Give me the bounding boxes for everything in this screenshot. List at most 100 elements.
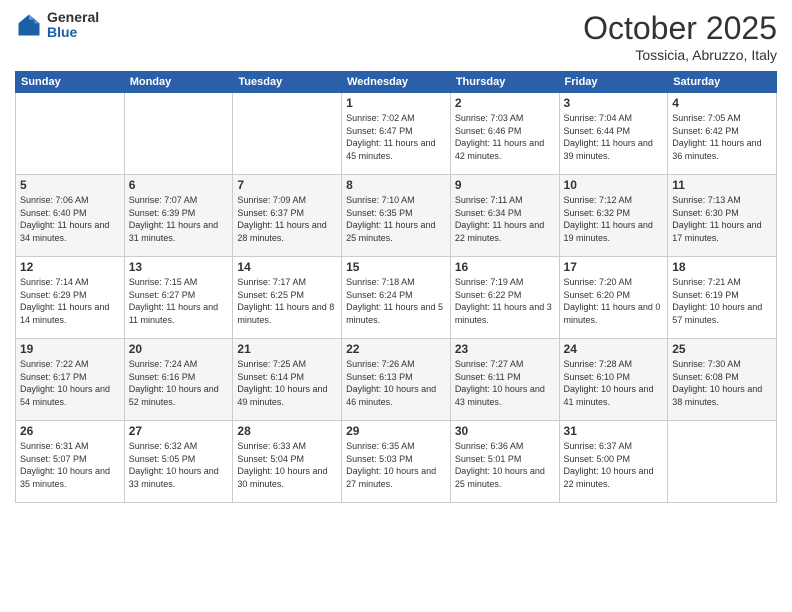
calendar-cell: 3 Sunrise: 7:04 AM Sunset: 6:44 PM Daylig… bbox=[559, 93, 668, 175]
calendar-cell: 31Sunrise: 6:37 AM Sunset: 5:00 PM Dayli… bbox=[559, 421, 668, 503]
day-number: 23 bbox=[455, 342, 555, 356]
day-number: 17 bbox=[564, 260, 664, 274]
day-info: Sunrise: 7:04 AM Sunset: 6:44 PM Dayligh… bbox=[564, 112, 664, 162]
logo: General Blue bbox=[15, 10, 99, 41]
day-number: 16 bbox=[455, 260, 555, 274]
day-number: 30 bbox=[455, 424, 555, 438]
col-saturday: Saturday bbox=[668, 72, 777, 93]
day-info: Sunrise: 7:11 AM Sunset: 6:34 PM Dayligh… bbox=[455, 194, 555, 244]
calendar-cell: 15 Sunrise: 7:18 AM Sunset: 6:24 PM Dayli… bbox=[342, 257, 451, 339]
calendar-table: Sunday Monday Tuesday Wednesday Thursday… bbox=[15, 71, 777, 503]
day-info: Sunrise: 6:37 AM Sunset: 5:00 PM Dayligh… bbox=[564, 440, 664, 490]
day-number: 29 bbox=[346, 424, 446, 438]
day-info: Sunrise: 7:25 AM Sunset: 6:14 PM Dayligh… bbox=[237, 358, 337, 408]
day-number: 9 bbox=[455, 178, 555, 192]
calendar-cell: 12Sunrise: 7:14 AM Sunset: 6:29 PM Dayli… bbox=[16, 257, 125, 339]
day-info: Sunrise: 7:28 AM Sunset: 6:10 PM Dayligh… bbox=[564, 358, 664, 408]
day-number: 26 bbox=[20, 424, 120, 438]
location-subtitle: Tossicia, Abruzzo, Italy bbox=[583, 47, 777, 63]
calendar-cell: 29 Sunrise: 6:35 AM Sunset: 5:03 PM Dayli… bbox=[342, 421, 451, 503]
day-info: Sunrise: 7:18 AM Sunset: 6:24 PM Dayligh… bbox=[346, 276, 446, 326]
col-thursday: Thursday bbox=[450, 72, 559, 93]
calendar-cell: 16 Sunrise: 7:19 AM Sunset: 6:22 PM Dayli… bbox=[450, 257, 559, 339]
logo-blue: Blue bbox=[47, 25, 99, 40]
day-number: 4 bbox=[672, 96, 772, 110]
calendar-cell: 20Sunrise: 7:24 AM Sunset: 6:16 PM Dayli… bbox=[124, 339, 233, 421]
day-number: 19 bbox=[20, 342, 120, 356]
day-info: Sunrise: 7:03 AM Sunset: 6:46 PM Dayligh… bbox=[455, 112, 555, 162]
day-number: 24 bbox=[564, 342, 664, 356]
calendar-cell: 24 Sunrise: 7:28 AM Sunset: 6:10 PM Dayli… bbox=[559, 339, 668, 421]
calendar-cell: 23Sunrise: 7:27 AM Sunset: 6:11 PM Dayli… bbox=[450, 339, 559, 421]
day-info: Sunrise: 7:06 AM Sunset: 6:40 PM Dayligh… bbox=[20, 194, 120, 244]
day-number: 13 bbox=[129, 260, 229, 274]
day-number: 3 bbox=[564, 96, 664, 110]
col-monday: Monday bbox=[124, 72, 233, 93]
day-info: Sunrise: 7:02 AM Sunset: 6:47 PM Dayligh… bbox=[346, 112, 446, 162]
month-title: October 2025 bbox=[583, 10, 777, 47]
logo-text: General Blue bbox=[47, 10, 99, 41]
calendar-cell: 22Sunrise: 7:26 AM Sunset: 6:13 PM Dayli… bbox=[342, 339, 451, 421]
calendar-cell: 18Sunrise: 7:21 AM Sunset: 6:19 PM Dayli… bbox=[668, 257, 777, 339]
day-number: 7 bbox=[237, 178, 337, 192]
calendar-cell: 17Sunrise: 7:20 AM Sunset: 6:20 PM Dayli… bbox=[559, 257, 668, 339]
calendar-cell: 11 Sunrise: 7:13 AM Sunset: 6:30 PM Dayli… bbox=[668, 175, 777, 257]
calendar-week-4: 19Sunrise: 7:22 AM Sunset: 6:17 PM Dayli… bbox=[16, 339, 777, 421]
calendar-cell: 27 Sunrise: 6:32 AM Sunset: 5:05 PM Dayli… bbox=[124, 421, 233, 503]
calendar-week-2: 5Sunrise: 7:06 AM Sunset: 6:40 PM Daylig… bbox=[16, 175, 777, 257]
day-info: Sunrise: 6:35 AM Sunset: 5:03 PM Dayligh… bbox=[346, 440, 446, 490]
day-info: Sunrise: 7:15 AM Sunset: 6:27 PM Dayligh… bbox=[129, 276, 229, 326]
calendar-cell: 5Sunrise: 7:06 AM Sunset: 6:40 PM Daylig… bbox=[16, 175, 125, 257]
day-info: Sunrise: 7:13 AM Sunset: 6:30 PM Dayligh… bbox=[672, 194, 772, 244]
calendar-page: General Blue October 2025 Tossicia, Abru… bbox=[0, 0, 792, 612]
calendar-cell: 26 Sunrise: 6:31 AM Sunset: 5:07 PM Dayli… bbox=[16, 421, 125, 503]
calendar-cell: 30 Sunrise: 6:36 AM Sunset: 5:01 PM Dayli… bbox=[450, 421, 559, 503]
day-number: 8 bbox=[346, 178, 446, 192]
title-block: October 2025 Tossicia, Abruzzo, Italy bbox=[583, 10, 777, 63]
day-info: Sunrise: 6:32 AM Sunset: 5:05 PM Dayligh… bbox=[129, 440, 229, 490]
day-info: Sunrise: 7:24 AM Sunset: 6:16 PM Dayligh… bbox=[129, 358, 229, 408]
calendar-cell: 4 Sunrise: 7:05 AM Sunset: 6:42 PM Daylig… bbox=[668, 93, 777, 175]
day-number: 27 bbox=[129, 424, 229, 438]
calendar-cell bbox=[233, 93, 342, 175]
calendar-cell bbox=[668, 421, 777, 503]
day-info: Sunrise: 6:31 AM Sunset: 5:07 PM Dayligh… bbox=[20, 440, 120, 490]
calendar-cell bbox=[16, 93, 125, 175]
day-info: Sunrise: 7:12 AM Sunset: 6:32 PM Dayligh… bbox=[564, 194, 664, 244]
logo-icon bbox=[15, 11, 43, 39]
day-info: Sunrise: 7:19 AM Sunset: 6:22 PM Dayligh… bbox=[455, 276, 555, 326]
day-info: Sunrise: 7:14 AM Sunset: 6:29 PM Dayligh… bbox=[20, 276, 120, 326]
day-info: Sunrise: 7:21 AM Sunset: 6:19 PM Dayligh… bbox=[672, 276, 772, 326]
calendar-cell: 21 Sunrise: 7:25 AM Sunset: 6:14 PM Dayli… bbox=[233, 339, 342, 421]
day-number: 11 bbox=[672, 178, 772, 192]
calendar-week-1: 1Sunrise: 7:02 AM Sunset: 6:47 PM Daylig… bbox=[16, 93, 777, 175]
day-info: Sunrise: 7:17 AM Sunset: 6:25 PM Dayligh… bbox=[237, 276, 337, 326]
day-number: 28 bbox=[237, 424, 337, 438]
calendar-cell: 6 Sunrise: 7:07 AM Sunset: 6:39 PM Daylig… bbox=[124, 175, 233, 257]
day-number: 22 bbox=[346, 342, 446, 356]
calendar-cell: 9 Sunrise: 7:11 AM Sunset: 6:34 PM Daylig… bbox=[450, 175, 559, 257]
day-number: 14 bbox=[237, 260, 337, 274]
calendar-cell: 14 Sunrise: 7:17 AM Sunset: 6:25 PM Dayli… bbox=[233, 257, 342, 339]
day-number: 2 bbox=[455, 96, 555, 110]
calendar-week-5: 26 Sunrise: 6:31 AM Sunset: 5:07 PM Dayli… bbox=[16, 421, 777, 503]
day-info: Sunrise: 6:36 AM Sunset: 5:01 PM Dayligh… bbox=[455, 440, 555, 490]
day-info: Sunrise: 7:05 AM Sunset: 6:42 PM Dayligh… bbox=[672, 112, 772, 162]
calendar-cell: 10 Sunrise: 7:12 AM Sunset: 6:32 PM Dayli… bbox=[559, 175, 668, 257]
col-wednesday: Wednesday bbox=[342, 72, 451, 93]
day-number: 15 bbox=[346, 260, 446, 274]
day-number: 10 bbox=[564, 178, 664, 192]
day-number: 21 bbox=[237, 342, 337, 356]
calendar-cell: 19Sunrise: 7:22 AM Sunset: 6:17 PM Dayli… bbox=[16, 339, 125, 421]
calendar-week-3: 12Sunrise: 7:14 AM Sunset: 6:29 PM Dayli… bbox=[16, 257, 777, 339]
calendar-cell: 13 Sunrise: 7:15 AM Sunset: 6:27 PM Dayli… bbox=[124, 257, 233, 339]
calendar-cell: 7Sunrise: 7:09 AM Sunset: 6:37 PM Daylig… bbox=[233, 175, 342, 257]
day-info: Sunrise: 7:07 AM Sunset: 6:39 PM Dayligh… bbox=[129, 194, 229, 244]
day-number: 6 bbox=[129, 178, 229, 192]
calendar-cell: 1Sunrise: 7:02 AM Sunset: 6:47 PM Daylig… bbox=[342, 93, 451, 175]
col-sunday: Sunday bbox=[16, 72, 125, 93]
page-header: General Blue October 2025 Tossicia, Abru… bbox=[15, 10, 777, 63]
day-info: Sunrise: 6:33 AM Sunset: 5:04 PM Dayligh… bbox=[237, 440, 337, 490]
day-info: Sunrise: 7:10 AM Sunset: 6:35 PM Dayligh… bbox=[346, 194, 446, 244]
calendar-cell: 2 Sunrise: 7:03 AM Sunset: 6:46 PM Daylig… bbox=[450, 93, 559, 175]
